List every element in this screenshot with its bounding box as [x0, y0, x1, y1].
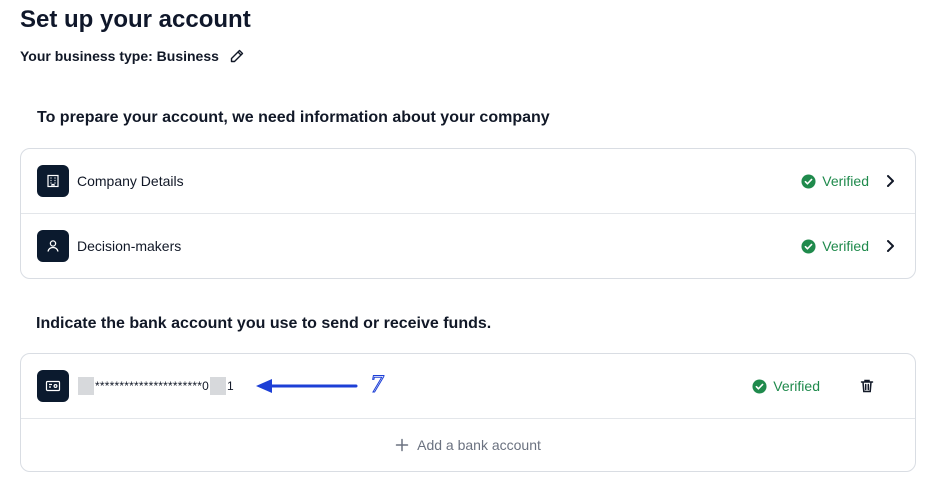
company-info-card: Company Details Verified Decision-makers…	[20, 148, 916, 279]
decision-makers-row[interactable]: Decision-makers Verified	[21, 214, 915, 278]
trash-icon[interactable]	[859, 378, 875, 394]
add-bank-account-row: Add a bank account	[21, 419, 915, 471]
verified-label: Verified	[822, 238, 869, 254]
decision-makers-label: Decision-makers	[77, 238, 182, 254]
annotation-number: 7	[370, 373, 385, 399]
company-details-label: Company Details	[77, 173, 184, 189]
annotation-arrow-icon	[256, 379, 358, 393]
page-title: Set up your account	[20, 6, 251, 33]
account-mask-end: 1	[227, 379, 234, 393]
bank-section-heading: Indicate the bank account you use to sen…	[36, 315, 492, 332]
company-section-heading: To prepare your account, we need informa…	[37, 109, 550, 126]
verified-status: Verified	[801, 173, 869, 189]
check-circle-icon	[752, 378, 767, 394]
pencil-edit-icon[interactable]	[229, 48, 245, 64]
redacted-block	[210, 377, 227, 395]
add-bank-account-label: Add a bank account	[417, 437, 541, 453]
company-details-row[interactable]: Company Details Verified	[21, 149, 915, 214]
chevron-right-icon[interactable]	[883, 239, 897, 253]
verified-label: Verified	[773, 378, 820, 394]
bank-card-icon	[37, 370, 69, 402]
masked-account-number: **********************0 1	[77, 377, 234, 395]
check-circle-icon	[801, 238, 816, 254]
verified-status: Verified	[801, 238, 869, 254]
add-bank-account-button[interactable]: Add a bank account	[395, 437, 541, 453]
bank-account-row: **********************0 1 Verified	[21, 354, 915, 419]
verified-label: Verified	[822, 173, 869, 189]
bank-account-card: **********************0 1 Verified Add a…	[20, 353, 916, 472]
verified-status: Verified	[752, 378, 820, 394]
redacted-block	[78, 377, 94, 395]
person-icon	[37, 230, 69, 262]
chevron-right-icon[interactable]	[883, 174, 897, 188]
business-type: Your business type: Business	[20, 48, 245, 64]
plus-icon	[395, 438, 409, 452]
business-type-label: Your business type: Business	[20, 48, 219, 64]
check-circle-icon	[801, 173, 816, 189]
account-mask-text: **********************0	[95, 379, 210, 393]
building-icon	[37, 165, 69, 197]
